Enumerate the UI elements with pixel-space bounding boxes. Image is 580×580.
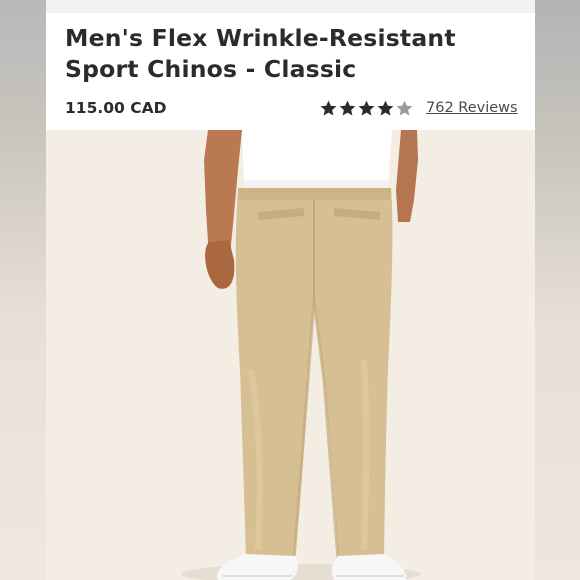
product-title: Men's Flex Wrinkle-Resistant Sport Chino…: [65, 23, 505, 85]
left-blur-gutter: [0, 0, 46, 580]
star-filled-icon: [339, 100, 356, 116]
leg-highlight-right: [361, 359, 370, 551]
tshirt: [242, 130, 392, 185]
product-rating[interactable]: 762 Reviews: [319, 97, 518, 119]
product-image[interactable]: [46, 130, 535, 580]
star-filled-icon: [377, 100, 394, 116]
product-title-line-2: Sport Chinos - Classic: [65, 55, 357, 83]
product-title-line-1: Men's Flex Wrinkle-Resistant: [65, 24, 456, 52]
star-filled-icon: [358, 100, 375, 116]
product-header: Men's Flex Wrinkle-Resistant Sport Chino…: [46, 0, 535, 130]
reviews-link[interactable]: 762 Reviews: [426, 100, 518, 116]
waistband: [238, 188, 391, 200]
star-empty-icon: [396, 100, 413, 116]
tshirt-hem: [244, 180, 388, 188]
product-card: Men's Flex Wrinkle-Resistant Sport Chino…: [46, 0, 535, 580]
product-price: 115.00 CAD: [65, 99, 167, 117]
star-filled-icon: [320, 100, 337, 116]
right-blur-gutter: [535, 0, 580, 580]
